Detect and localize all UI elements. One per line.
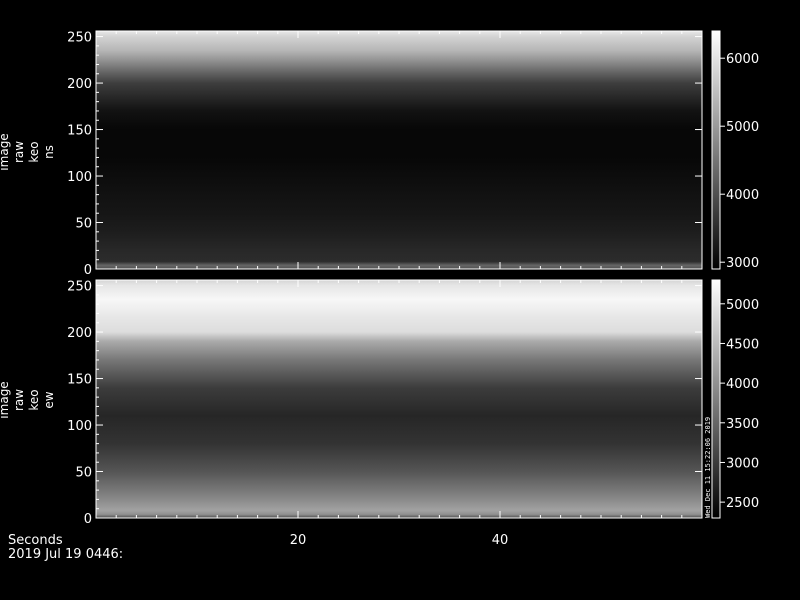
colorbar-tick-label: 6000 xyxy=(726,52,759,67)
x-axis-label: Seconds xyxy=(8,533,63,548)
ytick-label: 100 xyxy=(67,419,92,434)
ylabel-ew: image raw keo ew xyxy=(0,381,56,418)
colorbar-tick-label: 4000 xyxy=(726,188,759,203)
ylabel-ew-line1: image xyxy=(0,381,11,418)
ylabel-ew-line3: keo xyxy=(27,389,41,410)
colorbar-ew xyxy=(711,279,721,519)
ytick-label: 100 xyxy=(67,170,92,185)
ytick-label: 200 xyxy=(67,326,92,341)
ytick-label: 50 xyxy=(75,217,92,232)
ytick-label: 150 xyxy=(67,124,92,139)
colorbar-tick-label: 5000 xyxy=(726,298,759,313)
ytick-label: 250 xyxy=(67,280,92,295)
x-tick-labels: 20 40 xyxy=(290,533,509,548)
plot-area-ew xyxy=(95,279,703,519)
ylabel-ns: image raw keo ns xyxy=(0,133,56,170)
xtick-label: 40 xyxy=(492,533,509,548)
ytick-label: 150 xyxy=(67,373,92,388)
ylabel-ew-line2: raw xyxy=(12,389,26,411)
side-note: Wed Dec 11 15:22:06 2019 xyxy=(704,417,712,518)
ylabel-ns-line3: keo xyxy=(27,141,41,162)
keogram-chart: 0501001502002503000400050006000 image ra… xyxy=(0,30,759,562)
colorbar-ns xyxy=(711,30,721,270)
ylabel-ns-line2: raw xyxy=(12,141,26,163)
ytick-label: 250 xyxy=(67,31,92,46)
panel-ns: 0 50 100 150 200 250 3000 4000 5000 6000 image ra… xyxy=(0,30,759,278)
xtick-label: 20 xyxy=(290,533,307,548)
ytick-label: 0 xyxy=(84,263,92,278)
footer-date: 2019 Jul 19 0446: xyxy=(8,547,123,562)
colorbar-tick-label: 3500 xyxy=(726,417,759,432)
ylabel-ns-line4: ns xyxy=(42,145,56,159)
ytick-label: 0 xyxy=(84,512,92,527)
ytick-label: 200 xyxy=(67,77,92,92)
panel-ew: 050100150200250250030003500400045005000 … xyxy=(0,279,759,527)
colorbar-tick-label: 3000 xyxy=(726,456,759,471)
colorbar-tick-label: 4500 xyxy=(726,337,759,352)
colorbar-tick-label: 3000 xyxy=(726,256,759,271)
plot-area-ns xyxy=(95,30,703,270)
ylabel-ns-line1: image xyxy=(0,133,11,170)
colorbar-tick-label: 5000 xyxy=(726,120,759,135)
ytick-label: 50 xyxy=(75,466,92,481)
colorbar-tick-label: 2500 xyxy=(726,496,759,511)
ylabel-ew-line4: ew xyxy=(42,391,56,408)
colorbar-tick-label: 4000 xyxy=(726,377,759,392)
